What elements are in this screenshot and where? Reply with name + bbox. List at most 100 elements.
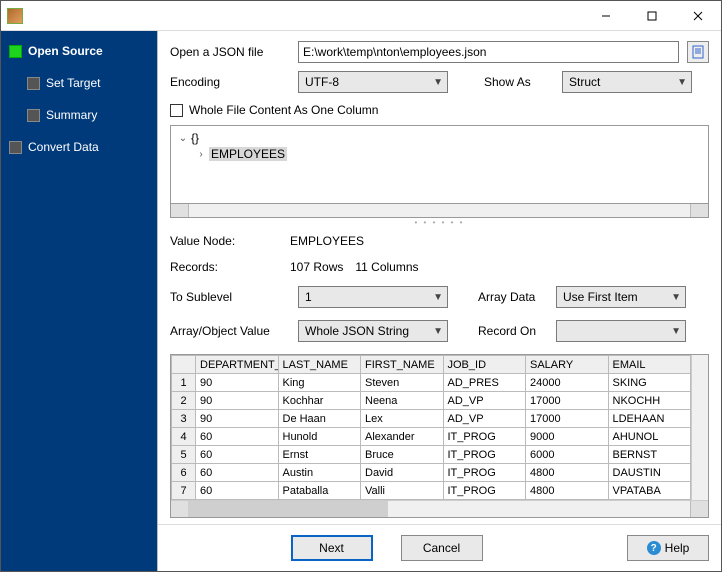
table-cell[interactable]: IT_PROG (443, 464, 526, 482)
splitter-grip[interactable]: • • • • • • (170, 218, 709, 228)
tree-collapse-icon[interactable]: ⌄ (177, 133, 189, 144)
table-cell[interactable]: 90 (196, 374, 279, 392)
table-cell[interactable]: 90 (196, 410, 279, 428)
column-header[interactable]: LAST_NAME (278, 356, 361, 374)
row-number-cell: 2 (172, 392, 196, 410)
table-cell[interactable]: 24000 (526, 374, 609, 392)
table-cell[interactable]: 9000 (526, 428, 609, 446)
browse-button[interactable] (687, 41, 709, 63)
table-cell[interactable]: AD_PRES (443, 374, 526, 392)
table-row[interactable]: 390De HaanLexAD_VP17000LDEHAAN (172, 410, 691, 428)
to-sublevel-select[interactable]: 1 ▼ (298, 286, 448, 308)
next-button-label: Next (319, 541, 344, 555)
table-cell[interactable]: BERNST (608, 446, 691, 464)
showas-select[interactable]: Struct ▼ (562, 71, 692, 93)
json-tree[interactable]: ⌄ {} › EMPLOYEES (170, 125, 709, 204)
maximize-button[interactable] (629, 1, 675, 31)
minimize-button[interactable] (583, 1, 629, 31)
sidebar-item-label: Set Target (46, 76, 100, 90)
table-cell[interactable]: 60 (196, 446, 279, 464)
to-sublevel-value: 1 (305, 290, 312, 304)
encoding-select[interactable]: UTF-8 ▼ (298, 71, 448, 93)
table-cell[interactable]: 4800 (526, 482, 609, 500)
table-cell[interactable]: VPATABA (608, 482, 691, 500)
next-button[interactable]: Next (291, 535, 373, 561)
whole-file-checkbox[interactable] (170, 104, 183, 117)
table-cell[interactable]: IT_PROG (443, 482, 526, 500)
array-data-select[interactable]: Use First Item ▼ (556, 286, 686, 308)
cancel-button[interactable]: Cancel (401, 535, 483, 561)
table-cell[interactable]: Neena (361, 392, 444, 410)
table-cell[interactable]: 60 (196, 482, 279, 500)
table-cell[interactable]: 4800 (526, 464, 609, 482)
column-header[interactable]: SALARY (526, 356, 609, 374)
wizard-footer: Next Cancel ? Help (158, 524, 721, 571)
open-json-label: Open a JSON file (170, 45, 290, 59)
table-row[interactable]: 760PataballaValliIT_PROG4800VPATABA (172, 482, 691, 500)
table-cell[interactable]: NKOCHH (608, 392, 691, 410)
table-cell[interactable]: Ernst (278, 446, 361, 464)
help-button[interactable]: ? Help (627, 535, 709, 561)
sidebar-item-open-source[interactable]: Open Source (7, 40, 151, 62)
chevron-down-icon: ▼ (671, 292, 681, 303)
column-header[interactable]: FIRST_NAME (361, 356, 444, 374)
table-cell[interactable]: 17000 (526, 392, 609, 410)
tree-root-node[interactable]: ⌄ {} (177, 130, 702, 146)
tree-node-label: EMPLOYEES (209, 147, 287, 161)
value-node-label: Value Node: (170, 234, 290, 248)
preview-table[interactable]: DEPARTMENT_IDLAST_NAMEFIRST_NAMEJOB_IDSA… (171, 355, 691, 500)
table-cell[interactable]: DAUSTIN (608, 464, 691, 482)
table-cell[interactable]: Austin (278, 464, 361, 482)
table-cell[interactable]: King (278, 374, 361, 392)
array-obj-label: Array/Object Value (170, 324, 290, 338)
json-path-input[interactable] (298, 41, 679, 63)
table-cell[interactable]: AD_VP (443, 410, 526, 428)
sidebar-item-set-target[interactable]: Set Target (25, 72, 151, 94)
table-cell[interactable]: 6000 (526, 446, 609, 464)
table-cell[interactable]: LDEHAAN (608, 410, 691, 428)
table-cell[interactable]: AD_VP (443, 392, 526, 410)
chevron-down-icon: ▼ (433, 292, 443, 303)
table-row[interactable]: 560ErnstBruceIT_PROG6000BERNST (172, 446, 691, 464)
column-header[interactable]: EMAIL (608, 356, 691, 374)
table-row[interactable]: 290KochharNeenaAD_VP17000NKOCHH (172, 392, 691, 410)
table-cell[interactable]: AHUNOL (608, 428, 691, 446)
tree-horizontal-scrollbar[interactable] (170, 204, 709, 218)
app-icon (7, 8, 23, 24)
value-node-value: EMPLOYEES (290, 234, 364, 248)
table-row[interactable]: 460HunoldAlexanderIT_PROG9000AHUNOL (172, 428, 691, 446)
column-header[interactable]: DEPARTMENT_ID (196, 356, 279, 374)
table-row[interactable]: 190KingStevenAD_PRES24000SKING (172, 374, 691, 392)
close-button[interactable] (675, 1, 721, 31)
table-cell[interactable]: Pataballa (278, 482, 361, 500)
sidebar-item-summary[interactable]: Summary (25, 104, 151, 126)
record-on-select[interactable]: ▼ (556, 320, 686, 342)
table-cell[interactable]: SKING (608, 374, 691, 392)
table-cell[interactable]: IT_PROG (443, 446, 526, 464)
row-number-cell: 5 (172, 446, 196, 464)
to-sublevel-label: To Sublevel (170, 290, 290, 304)
column-header[interactable]: JOB_ID (443, 356, 526, 374)
table-cell[interactable]: Bruce (361, 446, 444, 464)
sidebar-item-convert-data[interactable]: Convert Data (7, 136, 151, 158)
table-cell[interactable]: IT_PROG (443, 428, 526, 446)
table-cell[interactable]: Lex (361, 410, 444, 428)
table-horizontal-scrollbar[interactable] (171, 500, 708, 517)
table-vertical-scrollbar[interactable] (691, 355, 708, 500)
table-cell[interactable]: Valli (361, 482, 444, 500)
table-cell[interactable]: 90 (196, 392, 279, 410)
table-cell[interactable]: 60 (196, 428, 279, 446)
table-cell[interactable]: De Haan (278, 410, 361, 428)
table-cell[interactable]: Steven (361, 374, 444, 392)
array-obj-select[interactable]: Whole JSON String ▼ (298, 320, 448, 342)
table-cell[interactable]: Kochhar (278, 392, 361, 410)
table-row[interactable]: 660AustinDavidIT_PROG4800DAUSTIN (172, 464, 691, 482)
tree-node-employees[interactable]: › EMPLOYEES (177, 146, 702, 162)
table-cell[interactable]: 60 (196, 464, 279, 482)
table-cell[interactable]: Hunold (278, 428, 361, 446)
row-number-cell: 7 (172, 482, 196, 500)
table-cell[interactable]: 17000 (526, 410, 609, 428)
table-cell[interactable]: Alexander (361, 428, 444, 446)
table-cell[interactable]: David (361, 464, 444, 482)
tree-expand-icon[interactable]: › (195, 149, 207, 160)
